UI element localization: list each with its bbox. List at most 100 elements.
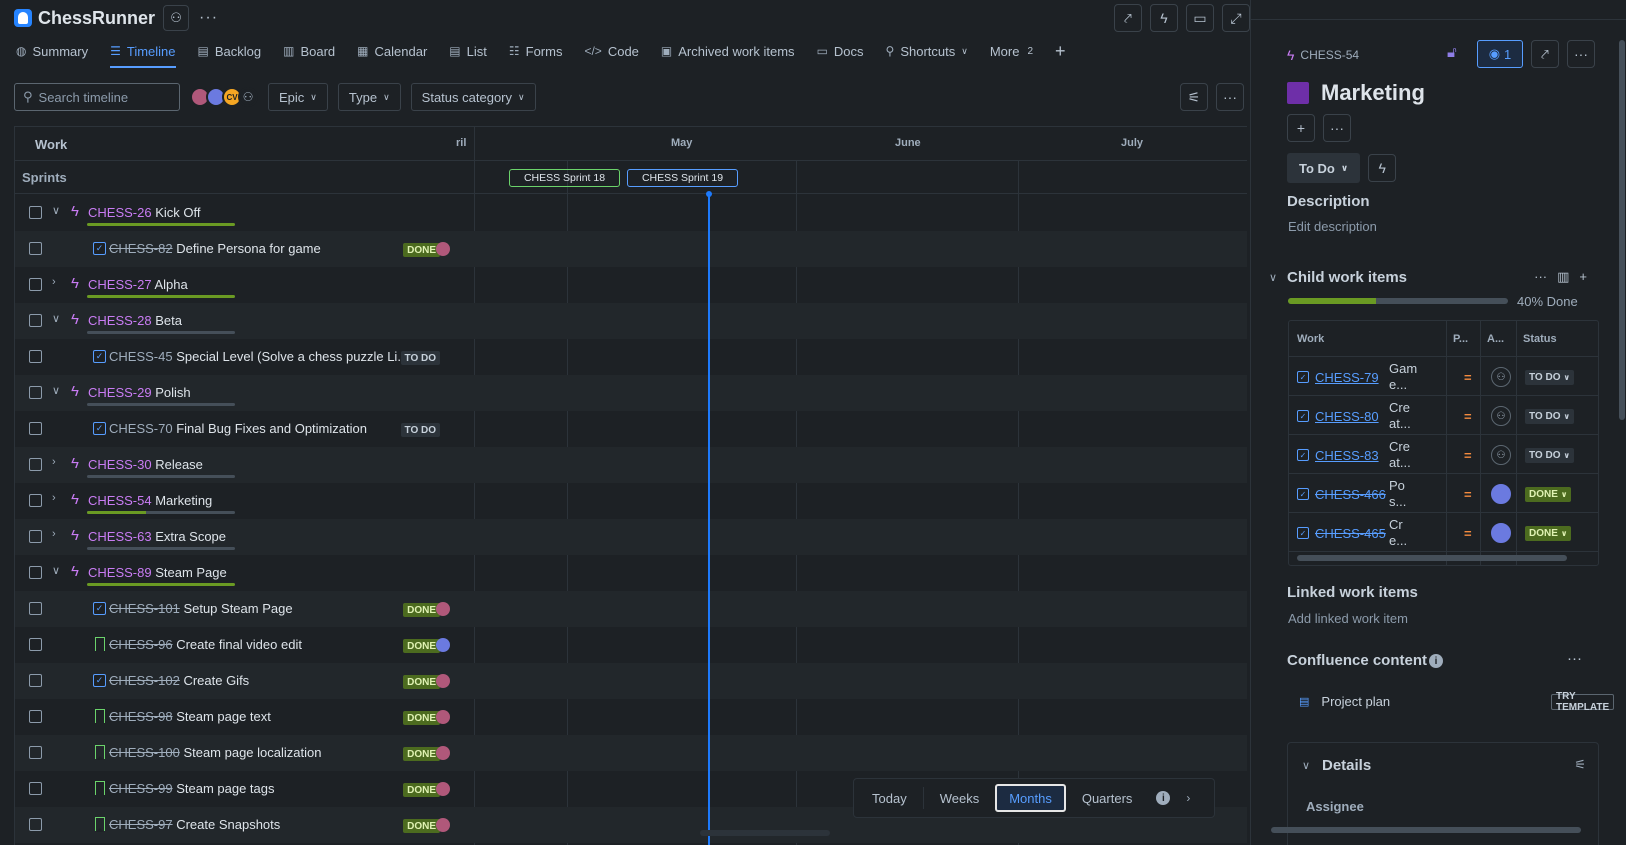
child-table-row[interactable]: ✓ CHESS-83 Cre at... = ⚇ TO DO ∨ — [1289, 435, 1598, 474]
zoom-weeks-button[interactable]: Weeks — [926, 784, 994, 812]
epic-row[interactable]: › ϟ CHESS-27 Alpha — [15, 267, 1247, 303]
configure-fields-icon[interactable]: ⚟ — [1574, 757, 1586, 773]
status-lozenge[interactable]: TO DO — [400, 351, 440, 365]
search-box[interactable]: ⚲ — [14, 83, 180, 111]
child-item-key[interactable]: CHESS-79 — [1315, 370, 1379, 385]
child-item-summary[interactable]: Cr e... — [1389, 517, 1419, 549]
work-item-summary[interactable]: CHESS-82 Define Persona for game — [109, 241, 321, 256]
row-checkbox[interactable] — [29, 566, 42, 579]
tab-shortcuts[interactable]: ⚲ Shortcuts ∨ — [886, 38, 979, 64]
column-header[interactable]: A... — [1487, 333, 1504, 345]
row-checkbox[interactable] — [29, 782, 42, 795]
child-table-row[interactable]: ✓ CHESS-465 Cr e... = DONE ∨ — [1289, 513, 1598, 552]
more-icon[interactable]: ··· — [1567, 650, 1582, 667]
priority-medium-icon[interactable]: = — [1464, 526, 1472, 541]
chevron-down-icon[interactable]: ∨ — [52, 312, 60, 325]
row-checkbox[interactable] — [29, 494, 42, 507]
child-row[interactable]: CHESS-96 Create final video edit DONE — [15, 627, 1247, 663]
row-checkbox[interactable] — [29, 278, 42, 291]
column-header[interactable]: P... — [1453, 333, 1468, 345]
child-table-row[interactable]: ✓ CHESS-466 Po s... = DONE ∨ — [1289, 474, 1598, 513]
confluence-item[interactable]: ▤ Project plan TRY TEMPLATE — [1299, 691, 1615, 713]
assignee-avatar[interactable] — [436, 782, 450, 796]
tab-backlog[interactable]: ▤ Backlog — [198, 38, 273, 64]
work-item-summary[interactable]: CHESS-97 Create Snapshots — [109, 817, 280, 832]
more-icon[interactable]: ··· — [1534, 269, 1547, 285]
chevron-right-icon[interactable]: › — [1186, 791, 1190, 805]
more-icon[interactable]: ··· — [1216, 83, 1244, 111]
tab-timeline[interactable]: ☰ Timeline — [110, 38, 186, 68]
work-item-summary[interactable]: CHESS-28 Beta — [88, 313, 182, 328]
more-actions-icon[interactable]: ··· — [199, 9, 218, 27]
zoom-quarters-button[interactable]: Quarters — [1068, 784, 1147, 812]
row-checkbox[interactable] — [29, 710, 42, 723]
priority-medium-icon[interactable]: = — [1464, 409, 1472, 424]
assignee-avatar[interactable] — [436, 602, 450, 616]
chevron-down-icon[interactable]: ∨ — [52, 204, 60, 217]
sprint-chip[interactable]: CHESS Sprint 19 — [627, 169, 738, 187]
unassigned-avatar-icon[interactable]: ⚇ — [1491, 406, 1511, 426]
row-checkbox[interactable] — [29, 242, 42, 255]
zoom-months-button[interactable]: Months — [995, 784, 1066, 812]
assignee-avatar[interactable] — [436, 242, 450, 256]
epic-row[interactable]: ∨ ϟ CHESS-28 Beta — [15, 303, 1247, 339]
status-lozenge[interactable]: DONE — [403, 675, 440, 689]
row-checkbox[interactable] — [29, 818, 42, 831]
epic-row[interactable]: › ϟ CHESS-63 Extra Scope — [15, 519, 1247, 555]
chevron-down-icon[interactable]: ∨ — [52, 384, 60, 397]
row-checkbox[interactable] — [29, 458, 42, 471]
panel-horizontal-scrollbar[interactable] — [1271, 827, 1581, 833]
status-dropdown[interactable]: TO DO ∨ — [1525, 448, 1574, 463]
assignee-avatar[interactable] — [436, 674, 450, 688]
table-horizontal-scrollbar[interactable] — [1297, 555, 1567, 561]
add-icon[interactable]: + — [1287, 114, 1315, 142]
row-checkbox[interactable] — [29, 638, 42, 651]
status-dropdown[interactable]: DONE ∨ — [1525, 526, 1572, 541]
details-heading[interactable]: Details — [1322, 757, 1371, 774]
row-checkbox[interactable] — [29, 530, 42, 543]
tab-summary[interactable]: ◍ Summary — [16, 38, 99, 64]
child-item-summary[interactable]: Cre at... — [1389, 439, 1419, 471]
row-checkbox[interactable] — [29, 206, 42, 219]
assignee-avatar[interactable] — [1491, 484, 1511, 504]
status-lozenge[interactable]: DONE — [403, 747, 440, 761]
project-title[interactable]: ChessRunner — [38, 8, 155, 29]
child-item-summary[interactable]: Gam e... — [1389, 361, 1419, 393]
status-lozenge[interactable]: DONE — [403, 639, 440, 653]
row-checkbox[interactable] — [29, 422, 42, 435]
columns-icon[interactable]: ▥ — [1557, 269, 1569, 285]
work-item-summary[interactable]: CHESS-96 Create final video edit — [109, 637, 302, 652]
work-item-summary[interactable]: CHESS-29 Polish — [88, 385, 191, 400]
assignee-avatar[interactable] — [436, 746, 450, 760]
tab-forms[interactable]: ☷ Forms — [509, 38, 574, 64]
epic-row[interactable]: ∨ ϟ CHESS-26 Kick Off — [15, 195, 1247, 231]
child-row[interactable]: ✓ CHESS-101 Setup Steam Page DONE — [15, 591, 1247, 627]
chevron-right-icon[interactable]: › — [52, 528, 56, 540]
work-item-summary[interactable]: CHESS-26 Kick Off — [88, 205, 200, 220]
epic-row[interactable]: ∨ ϟ CHESS-29 Polish — [15, 375, 1247, 411]
share-icon[interactable]: ⤤ — [1114, 4, 1142, 32]
child-row[interactable]: ✓ CHESS-102 Create Gifs DONE — [15, 663, 1247, 699]
description-placeholder[interactable]: Edit description — [1288, 219, 1377, 234]
panel-vertical-scrollbar[interactable] — [1619, 40, 1625, 420]
chevron-down-icon[interactable]: ∨ — [1269, 271, 1277, 284]
info-icon[interactable]: i — [1429, 654, 1443, 668]
panel-key[interactable]: CHESS-54 — [1300, 48, 1359, 62]
add-tab-icon[interactable]: + — [1055, 38, 1077, 64]
linked-items-placeholder[interactable]: Add linked work item — [1288, 611, 1408, 626]
status-dropdown[interactable]: DONE ∨ — [1525, 487, 1572, 502]
view-settings-icon[interactable]: ⚟ — [1180, 83, 1208, 111]
try-template-badge[interactable]: TRY TEMPLATE — [1551, 691, 1615, 713]
child-row[interactable]: CHESS-98 Steam page text DONE — [15, 699, 1247, 735]
child-item-key[interactable]: CHESS-83 — [1315, 448, 1379, 463]
assignee-avatar[interactable] — [436, 818, 450, 832]
search-input[interactable] — [38, 89, 169, 105]
confluence-item-title[interactable]: Project plan — [1321, 694, 1390, 709]
column-header[interactable]: Status — [1523, 333, 1557, 345]
lock-icon[interactable]: 🔓︎ — [1447, 44, 1457, 61]
child-row[interactable]: ✓ CHESS-70 Final Bug Fixes and Optimizati… — [15, 411, 1247, 447]
child-table-row[interactable]: ✓ CHESS-80 Cre at... = ⚇ TO DO ∨ — [1289, 396, 1598, 435]
child-item-key[interactable]: CHESS-80 — [1315, 409, 1379, 424]
tab-more[interactable]: More 2 — [990, 38, 1044, 64]
assignee-avatar[interactable] — [436, 638, 450, 652]
